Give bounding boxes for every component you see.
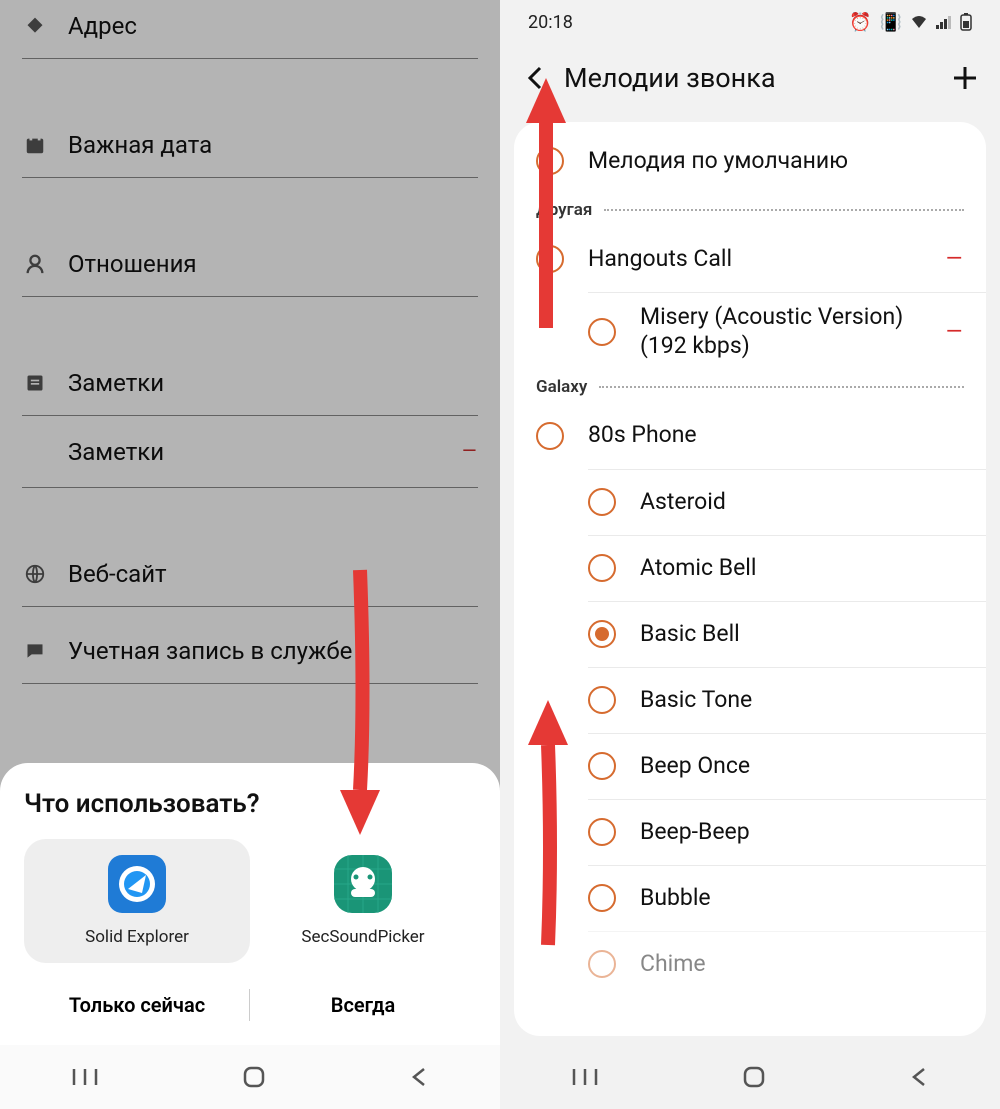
ringtone-label: 80s Phone: [588, 421, 964, 450]
ringtone-label: Misery (Acoustic Version) (192 kbps): [640, 303, 937, 361]
sheet-title: Что использовать?: [24, 789, 476, 819]
app-sec-sound-picker[interactable]: SecSoundPicker: [250, 839, 476, 963]
just-once-button[interactable]: Только сейчас: [24, 981, 250, 1029]
radio-icon[interactable]: [588, 950, 616, 978]
back-icon[interactable]: [910, 1065, 928, 1089]
back-button[interactable]: [518, 61, 552, 95]
app-solid-explorer[interactable]: Solid Explorer: [24, 839, 250, 963]
ringtone-label: Beep-Beep: [640, 818, 964, 847]
right-pane: 20:18 ⏰ 📳 Мелодии звонка: [500, 0, 1000, 1109]
ringtone-label: Atomic Bell: [640, 554, 964, 583]
battery-icon: [960, 13, 972, 31]
solid-explorer-icon: [108, 855, 166, 913]
ringtone-label: Bubble: [640, 884, 964, 913]
sheet-buttons: Только сейчас Всегда: [24, 981, 476, 1029]
ringtone-list: Мелодия по умолчанию Другая Hangouts Cal…: [514, 122, 986, 1036]
status-icons: ⏰ 📳: [849, 12, 972, 33]
ringtone-atomic-bell[interactable]: Atomic Bell: [588, 535, 986, 601]
home-icon[interactable]: [242, 1065, 266, 1089]
radio-icon[interactable]: [588, 488, 616, 516]
ringtone-chime[interactable]: Chime: [588, 931, 986, 997]
ringtone-label: Beep Once: [640, 752, 964, 781]
android-nav-bar: [500, 1045, 1000, 1109]
radio-icon[interactable]: [536, 422, 564, 450]
app-label: SecSoundPicker: [301, 927, 424, 947]
ringtone-asteroid[interactable]: Asteroid: [588, 469, 986, 535]
signal-icon: [936, 15, 952, 29]
remove-icon[interactable]: −: [945, 312, 964, 352]
radio-icon[interactable]: [588, 620, 616, 648]
radio-icon[interactable]: [536, 245, 564, 273]
left-pane: Адрес Важная дата Отношения: [0, 0, 500, 1109]
add-button[interactable]: [948, 61, 982, 95]
recents-icon[interactable]: [72, 1067, 98, 1087]
status-time: 20:18: [528, 12, 573, 33]
ringtone-label: Chime: [640, 950, 964, 979]
radio-icon[interactable]: [536, 147, 564, 175]
app-chooser-sheet: Что использовать? Solid Explorer: [0, 763, 500, 1045]
radio-icon[interactable]: [588, 752, 616, 780]
radio-icon[interactable]: [588, 884, 616, 912]
android-nav-bar: [0, 1045, 500, 1109]
group-other: Другая: [514, 194, 986, 226]
group-label: Другая: [536, 200, 592, 220]
wifi-icon: [910, 15, 928, 29]
appbar-title: Мелодии звонка: [564, 62, 948, 94]
home-icon[interactable]: [742, 1065, 766, 1089]
radio-icon[interactable]: [588, 686, 616, 714]
ringtone-label: Basic Tone: [640, 686, 964, 715]
alarm-icon: ⏰: [849, 12, 871, 33]
radio-icon[interactable]: [588, 554, 616, 582]
status-bar: 20:18 ⏰ 📳: [500, 0, 1000, 44]
ringtone-label: Basic Bell: [640, 620, 964, 649]
ringtone-label: Asteroid: [640, 488, 964, 517]
recents-icon[interactable]: [572, 1067, 598, 1087]
ringtone-misery[interactable]: Misery (Acoustic Version) (192 kbps) −: [588, 292, 986, 371]
ringtone-hangouts[interactable]: Hangouts Call −: [514, 226, 986, 292]
remove-icon[interactable]: −: [945, 239, 964, 279]
ringtone-basic-bell[interactable]: Basic Bell: [588, 601, 986, 667]
ringtone-label: Мелодия по умолчанию: [588, 147, 964, 176]
always-button[interactable]: Всегда: [250, 981, 476, 1029]
vibrate-icon: 📳: [880, 12, 902, 33]
ringtone-label: Hangouts Call: [588, 245, 937, 274]
app-bar: Мелодии звонка: [500, 44, 1000, 112]
apps-row: Solid Explorer: [24, 839, 476, 963]
ringtone-default[interactable]: Мелодия по умолчанию: [514, 128, 986, 194]
app-label: Solid Explorer: [85, 927, 189, 947]
ringtone-80s[interactable]: 80s Phone: [514, 403, 986, 469]
radio-icon[interactable]: [588, 318, 616, 346]
sec-sound-picker-icon: [334, 855, 392, 913]
back-icon[interactable]: [410, 1065, 428, 1089]
ringtone-beep-once[interactable]: Beep Once: [588, 733, 986, 799]
ringtone-bubble[interactable]: Bubble: [588, 865, 986, 931]
ringtone-beep-beep[interactable]: Beep-Beep: [588, 799, 986, 865]
ringtone-basic-tone[interactable]: Basic Tone: [588, 667, 986, 733]
radio-icon[interactable]: [588, 818, 616, 846]
group-label: Galaxy: [536, 377, 587, 397]
group-galaxy: Galaxy: [514, 371, 986, 403]
